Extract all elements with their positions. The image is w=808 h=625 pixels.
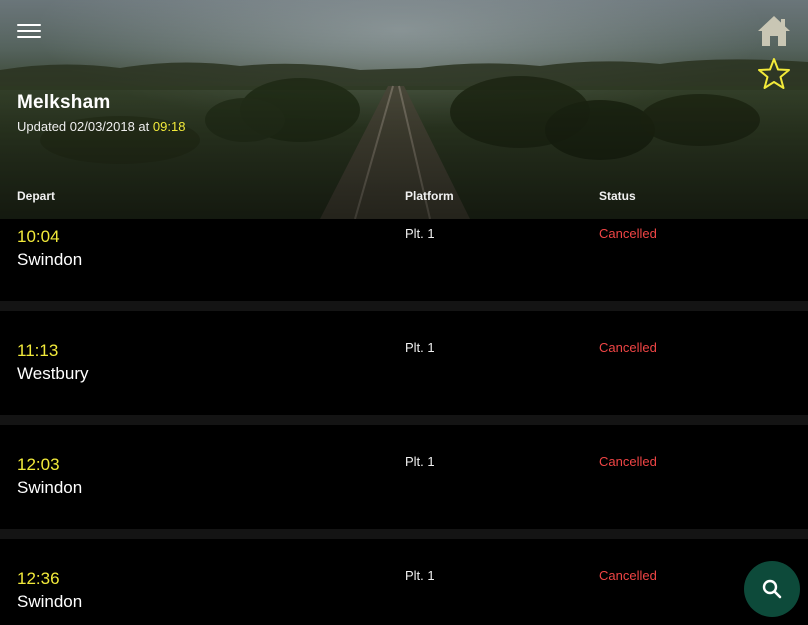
departure-platform: Plt. 1 <box>405 568 435 583</box>
departure-card[interactable]: 10:04 Swindon Plt. 1 Cancelled <box>0 219 808 301</box>
departure-platform: Plt. 1 <box>405 340 435 355</box>
search-icon <box>762 579 782 599</box>
home-icon[interactable] <box>756 14 792 48</box>
departure-platform: Plt. 1 <box>405 454 435 469</box>
departure-destination: Swindon <box>17 250 83 269</box>
departure-time: 11:13 <box>17 341 59 360</box>
departure-status: Cancelled <box>599 340 657 355</box>
departure-time: 12:03 <box>17 455 60 474</box>
header-banner: Melksham Updated 02/03/2018 at 09:18 Dep… <box>0 0 808 219</box>
departure-time: 12:36 <box>17 569 60 588</box>
departure-time: 10:04 <box>17 227 60 246</box>
railway-background-image <box>0 59 808 219</box>
last-updated: Updated 02/03/2018 at 09:18 <box>17 119 185 134</box>
departure-card[interactable]: 12:36 Swindon Plt. 1 Cancelled <box>0 539 808 625</box>
star-icon[interactable] <box>757 57 791 91</box>
last-updated-label: Updated 02/03/2018 at <box>17 119 153 134</box>
column-header-depart: Depart <box>17 189 56 203</box>
column-header-status: Status <box>599 189 636 203</box>
departure-destination: Swindon <box>17 478 83 497</box>
menu-icon[interactable] <box>17 24 41 42</box>
departure-platform: Plt. 1 <box>405 226 435 241</box>
departure-status: Cancelled <box>599 568 657 583</box>
column-header-platform: Platform <box>405 189 454 203</box>
departures-list: 10:04 Swindon Plt. 1 Cancelled 11:13 Wes… <box>0 219 808 625</box>
departure-destination: Westbury <box>17 364 89 383</box>
departure-destination: Swindon <box>17 592 83 611</box>
search-button[interactable] <box>744 561 800 617</box>
departure-status: Cancelled <box>599 454 657 469</box>
departure-status: Cancelled <box>599 226 657 241</box>
last-updated-time: 09:18 <box>152 119 186 134</box>
departure-card[interactable]: 12:03 Swindon Plt. 1 Cancelled <box>0 425 808 529</box>
departure-card[interactable]: 11:13 Westbury Plt. 1 Cancelled <box>0 311 808 415</box>
station-name: Melksham <box>17 92 111 113</box>
